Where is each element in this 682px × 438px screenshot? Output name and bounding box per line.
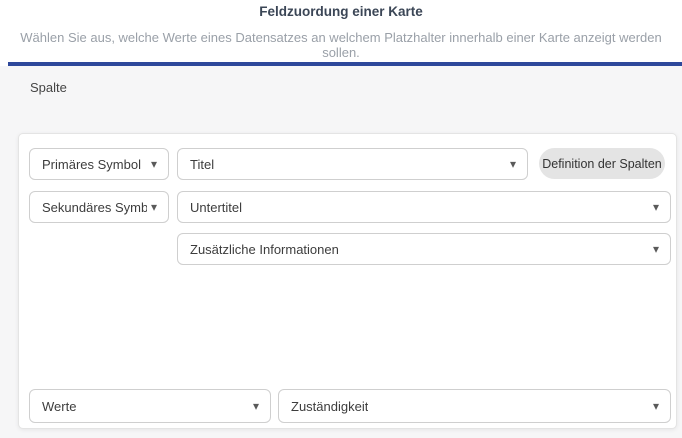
secondary-symbol-select-value: Sekundäres Symbol: [42, 200, 147, 215]
chevron-down-icon: ▾: [653, 243, 659, 255]
secondary-symbol-select[interactable]: Sekundäres Symbol ▾: [29, 191, 169, 223]
chevron-down-icon: ▾: [653, 201, 659, 213]
additional-info-select[interactable]: Zusätzliche Informationen ▾: [177, 233, 671, 265]
title-select[interactable]: Titel ▾: [177, 148, 528, 180]
additional-info-select-value: Zusätzliche Informationen: [190, 242, 339, 257]
feldzuordnung-dialog: Feldzuordung einer Karte Wählen Sie aus,…: [0, 0, 682, 438]
primary-symbol-select-value: Primäres Symbol: [42, 157, 141, 172]
subtitle-select-value: Untertitel: [190, 200, 242, 215]
card-mapping-panel: Primäres Symbol ▾ Titel ▾ Definition der…: [18, 133, 677, 429]
subtitle-select[interactable]: Untertitel ▾: [177, 191, 671, 223]
primary-symbol-select[interactable]: Primäres Symbol ▾: [29, 148, 169, 180]
page-subtitle: Wählen Sie aus, welche Werte eines Daten…: [0, 30, 682, 60]
page-title: Feldzuordung einer Karte: [0, 4, 682, 19]
values-select[interactable]: Werte ▾: [29, 389, 271, 423]
section-label: Spalte: [30, 80, 67, 95]
responsibility-select[interactable]: Zuständigkeit ▾: [278, 389, 671, 423]
chevron-down-icon: ▾: [653, 400, 659, 412]
chevron-down-icon: ▾: [253, 400, 259, 412]
chevron-down-icon: ▾: [151, 201, 157, 213]
title-select-value: Titel: [190, 157, 214, 172]
spalte-section: Spalte Primäres Symbol ▾ Titel ▾ Definit…: [0, 66, 682, 438]
column-definition-button[interactable]: Definition der Spalten: [539, 148, 665, 179]
responsibility-select-value: Zuständigkeit: [291, 399, 368, 414]
chevron-down-icon: ▾: [151, 158, 157, 170]
values-select-value: Werte: [42, 399, 76, 414]
chevron-down-icon: ▾: [510, 158, 516, 170]
